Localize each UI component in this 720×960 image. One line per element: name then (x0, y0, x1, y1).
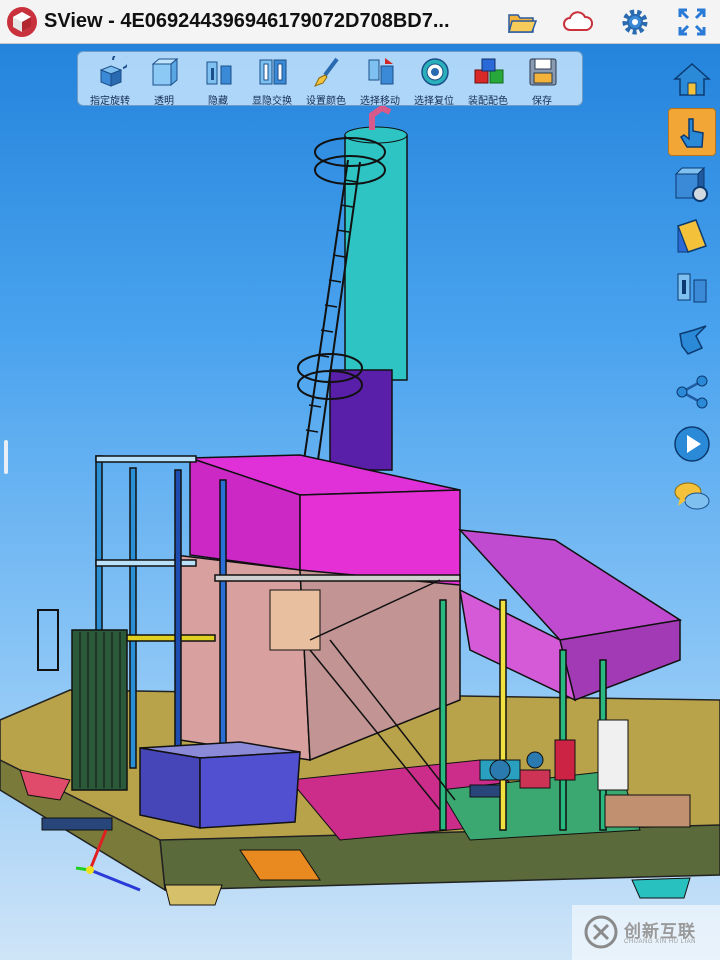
rotate-cube-icon (99, 56, 127, 87)
hand-pointer-icon (679, 118, 704, 148)
ladder-panel (597, 719, 629, 791)
support-foot (631, 877, 691, 899)
play-icon (674, 426, 710, 462)
watermark: 创新互联 CHUANG XIN HU LIAN (572, 905, 720, 960)
watermark-subtext: CHUANG XIN HU LIAN (624, 939, 697, 945)
tool-label: 选择复位 (414, 96, 454, 107)
explode-parts-icon (677, 273, 707, 303)
home-icon (673, 62, 711, 96)
chimney-upper (344, 134, 408, 381)
beige-box (269, 589, 321, 651)
chimney-top (344, 126, 408, 144)
chat-bubble-icon (674, 482, 710, 510)
sidebar-item-section[interactable] (668, 212, 716, 260)
cube-gear-icon (674, 166, 708, 202)
move-tool-button[interactable]: 选择移动 (353, 52, 407, 107)
axis-x (89, 868, 141, 892)
share-icon (676, 375, 708, 409)
tool-label: 显隐交换 (252, 96, 292, 107)
save-tool-button[interactable]: 保存 (515, 52, 569, 107)
tool-label: 选择移动 (360, 96, 400, 107)
set-color-tool-button[interactable]: 设置颜色 (299, 52, 353, 107)
reset-target-icon (421, 58, 449, 86)
tool-label: 设置颜色 (306, 96, 346, 107)
tool-panel: 指定旋转 透明 隐藏 显隐交换 设置颜色 选择移动 选择复位 装配配色 保存 (77, 51, 583, 107)
sidebar-item-share[interactable] (668, 368, 716, 416)
side-ladder (37, 609, 59, 671)
gesture-hand-icon (679, 325, 707, 355)
cloud-icon[interactable] (562, 6, 594, 38)
3d-viewport[interactable] (0, 45, 720, 960)
hide-parts-icon (206, 61, 232, 85)
tool-label: 装配配色 (468, 96, 508, 107)
title-bar: SView - 4E069244396946179072D708BD7... (0, 0, 720, 44)
sidebar-item-annotation[interactable] (668, 472, 716, 520)
settings-gear-icon[interactable] (619, 6, 651, 38)
sidebar-item-explode[interactable] (668, 264, 716, 312)
tool-label: 保存 (532, 96, 552, 107)
sidebar-item-home[interactable] (668, 56, 716, 104)
tool-label: 透明 (154, 96, 174, 107)
reset-tool-button[interactable]: 选择复位 (407, 52, 461, 107)
sidebar-item-gesture[interactable] (668, 316, 716, 364)
assembly-color-icon (474, 58, 504, 84)
swap-visibility-icon (259, 59, 287, 85)
fullscreen-icon[interactable] (676, 6, 708, 38)
hide-tool-button[interactable]: 隐藏 (191, 52, 245, 107)
transparent-cube-icon (151, 57, 179, 87)
assembly-color-tool-button[interactable]: 装配配色 (461, 52, 515, 107)
sidebar-item-play[interactable] (668, 420, 716, 468)
rotate-tool-button[interactable]: 指定旋转 (83, 52, 137, 107)
move-parts-icon (368, 58, 394, 85)
tool-label: 隐藏 (208, 96, 228, 107)
lower-block (174, 554, 311, 761)
axis-origin (86, 866, 94, 874)
tool-label: 指定旋转 (90, 96, 130, 107)
sview-logo-icon (7, 7, 37, 37)
window-title: SView - 4E069244396946179072D708BD7... (44, 10, 450, 32)
electrical-cabinet-front (139, 747, 201, 829)
pipe-stub (41, 817, 113, 831)
radiator-unit (604, 794, 691, 828)
section-plane-icon (677, 219, 707, 253)
open-folder-icon[interactable] (506, 6, 538, 38)
transparent-tool-button[interactable]: 透明 (137, 52, 191, 107)
swap-visibility-tool-button[interactable]: 显隐交换 (245, 52, 299, 107)
sidebar-item-view-settings[interactable] (668, 160, 716, 208)
sidebar-item-touch[interactable] (668, 108, 716, 156)
paint-brush-icon (313, 57, 339, 87)
support-foot (164, 884, 223, 906)
watermark-logo-icon (584, 915, 618, 949)
save-disk-icon (529, 58, 557, 86)
left-drawer-handle[interactable] (4, 440, 8, 474)
electrical-cabinet-side (199, 751, 301, 829)
